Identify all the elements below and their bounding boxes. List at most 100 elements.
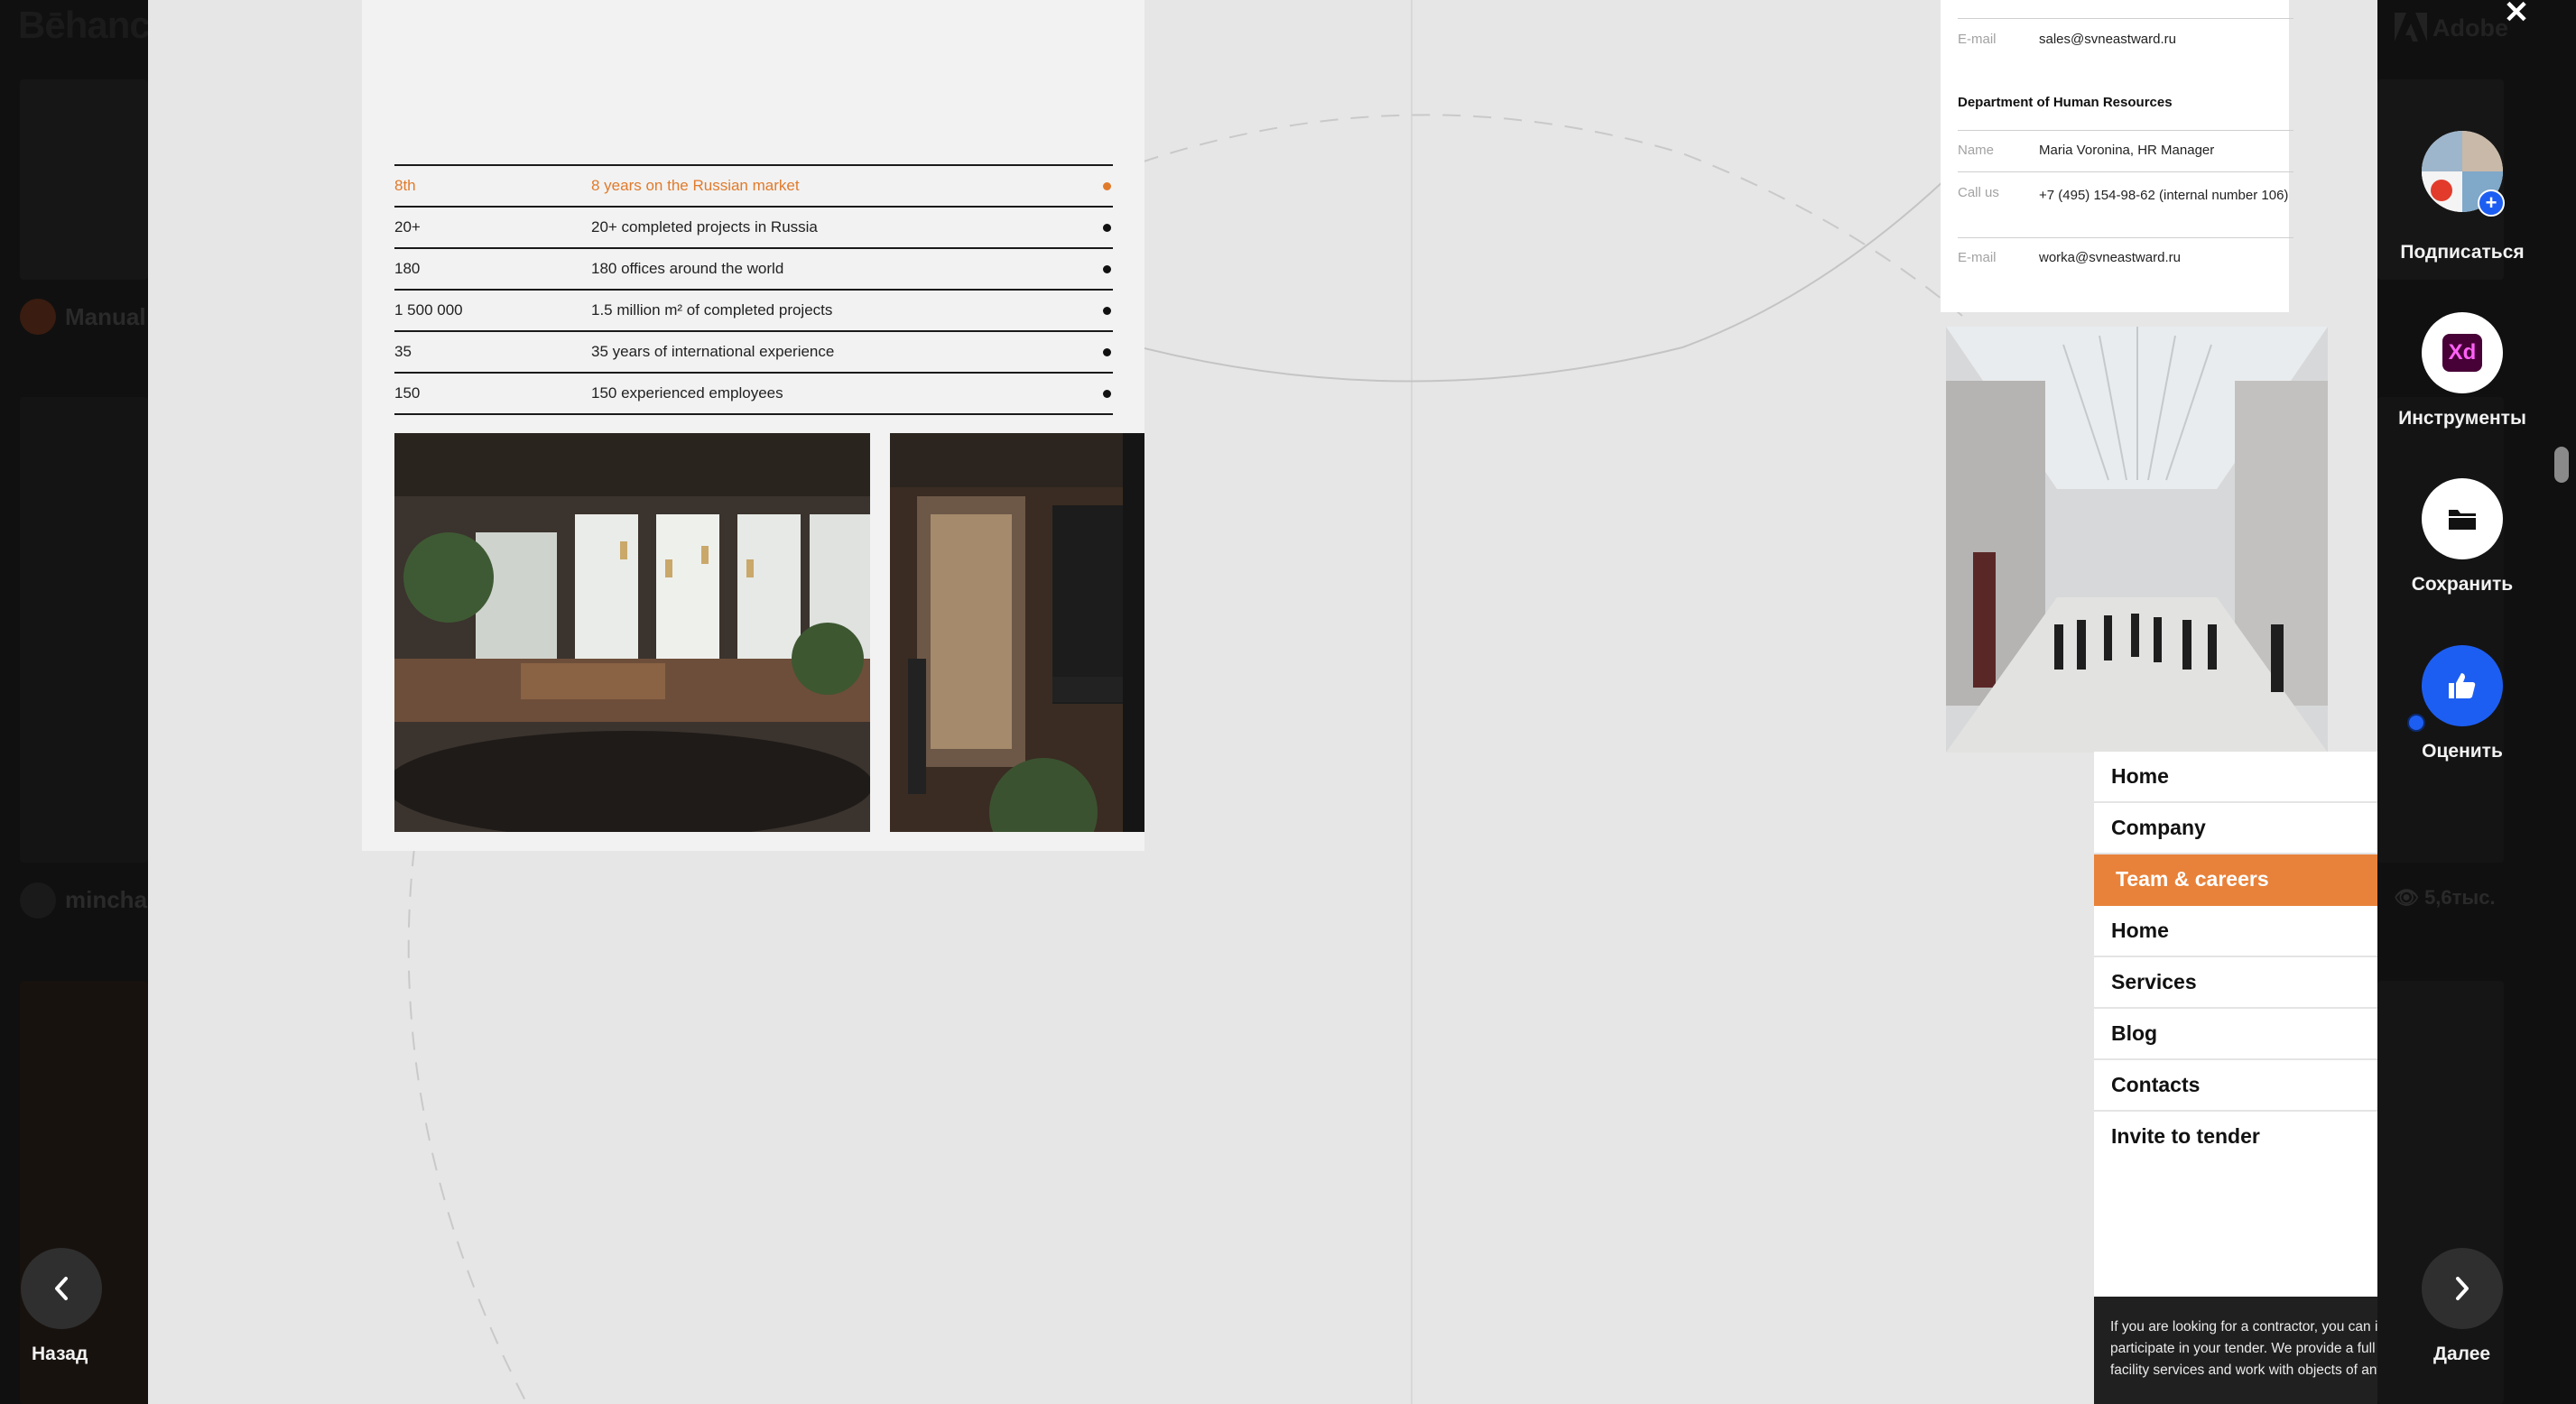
hr-department-title: Department of Human Resources [1958,95,2173,110]
hr-email[interactable]: worka@svneastward.ru [2039,250,2181,265]
menu-item-label: Invite to tender [2111,1124,2260,1148]
fact-row: 35 35 years of international experience [394,330,1113,372]
menu-item-home[interactable]: Home [2094,906,2377,957]
fact-key: 150 [394,384,421,402]
fact-row: 8th 8 years on the Russian market [394,164,1113,206]
hr-phone[interactable]: +7 (495) 154-98-62 (internal number 106) [2039,185,2292,206]
fact-row: 20+ 20+ completed projects in Russia [394,206,1113,247]
fact-bullet [1103,181,1111,190]
owner-avatar-button[interactable]: + [2422,131,2505,217]
follow-plus-icon[interactable]: + [2478,189,2505,217]
behance-logo: Bēhance [18,4,171,46]
bg-project-card[interactable] [20,397,148,863]
divider [1958,130,2293,131]
fact-key: 20+ [394,218,421,236]
hall-photo [1946,327,2328,753]
bg-project-card[interactable] [20,981,148,1404]
bg-view-count-value: 5,6тыс. [2424,886,2496,909]
bg-project-card[interactable] [2377,397,2504,863]
bg-view-count: 👁 5,6тыс. [2394,886,2496,910]
tender-description: If you are looking for a contractor, you… [2094,1297,2377,1404]
fact-bullet [1103,223,1111,232]
menu-item-label: Company [2111,816,2206,839]
bg-author-avatar[interactable] [20,882,56,919]
email-label: E-mail [1958,250,1997,265]
tools-button[interactable]: Xd [2422,312,2503,393]
menu-item-label: Blog [2111,1021,2158,1045]
close-icon[interactable]: ✕ [2502,0,2531,29]
fact-key: 180 [394,260,421,277]
mobile-menu: Home Company Team & careers Home Service… [2094,752,2377,1404]
project-viewer: 8th 8 years on the Russian market 20+ 20… [148,0,2377,1404]
save-button[interactable] [2422,478,2503,559]
chevron-right-icon [2456,1277,2469,1300]
divider [1958,237,2293,238]
tools-label[interactable]: Инструменты [2372,408,2553,430]
thumbs-up-icon [2449,673,2476,698]
appreciate-button[interactable] [2422,645,2503,726]
fact-bullet [1103,347,1111,356]
bg-author-avatar[interactable] [20,299,56,335]
company-facts-board: 8th 8 years on the Russian market 20+ 20… [362,0,1144,851]
fact-bullet [1103,389,1111,398]
facts-table: 8th 8 years on the Russian market 20+ 20… [394,164,1113,415]
fact-key: 35 [394,343,412,360]
fact-bullet [1103,306,1111,315]
fact-value: 8 years on the Russian market [591,177,800,194]
menu-item-invite-to-tender[interactable]: Invite to tender [2094,1112,2377,1161]
fact-value: 150 experienced employees [591,384,783,402]
menu-item-label: Team & careers [2116,867,2269,891]
fact-value: 180 offices around the world [591,260,784,277]
fact-row: 180 180 offices around the world [394,247,1113,289]
scrollbar-thumb[interactable] [2554,447,2569,483]
folder-icon [2449,510,2476,530]
fact-value: 20+ completed projects in Russia [591,218,818,236]
menu-item-label: Services [2111,970,2197,993]
subscribe-label[interactable]: Подписаться [2372,242,2553,263]
fact-key: 1 500 000 [394,301,463,319]
name-label: Name [1958,143,1995,158]
next-label[interactable]: Далее [2433,1344,2490,1365]
bg-author-name[interactable]: Manual [65,303,146,331]
cursor-dot [2407,714,2425,732]
fact-row: 1 500 000 1.5 million m² of completed pr… [394,289,1113,330]
email-label: E-mail [1958,32,1997,47]
adobe-xd-icon: Xd [2442,334,2482,372]
fact-value: 35 years of international experience [591,343,835,360]
previous-project-button[interactable] [21,1248,102,1329]
fact-key: 8th [394,177,416,194]
menu-item-company[interactable]: Company [2094,803,2377,854]
contacts-card: E-mail sales@svneastward.ru Department o… [1941,0,2293,312]
adobe-label: Adobe [2432,14,2508,42]
menu-item-contacts[interactable]: Contacts [2094,1060,2377,1112]
sales-email[interactable]: sales@svneastward.ru [2039,32,2176,47]
divider [1958,18,2293,19]
appreciate-label[interactable]: Оценить [2372,741,2553,762]
fact-value: 1.5 million m² of completed projects [591,301,833,319]
next-project-button[interactable] [2422,1248,2503,1329]
fact-bullet [1103,264,1111,273]
menu-item-blog[interactable]: Blog [2094,1009,2377,1060]
hr-manager-name: Maria Voronina, HR Manager [2039,143,2215,158]
chevron-left-icon [55,1277,68,1300]
adobe-xd-icon-text: Xd [2448,340,2477,365]
save-label[interactable]: Сохранить [2372,574,2553,596]
bg-project-card[interactable] [20,79,148,280]
store-front-photo [890,433,1144,832]
fact-row: 150 150 experienced employees [394,372,1113,415]
eye-icon: 👁 [2394,886,2419,909]
menu-item-label: Home [2111,919,2169,942]
divider [1958,171,2293,172]
menu-item-label: Contacts [2111,1073,2201,1096]
menu-item-label: Home [2111,764,2169,788]
adobe-icon [2395,13,2427,42]
bg-author-name[interactable]: minchal [65,886,153,914]
menu-item-services[interactable]: Services [2094,957,2377,1009]
menu-item-home[interactable]: Home [2094,752,2377,803]
office-interior-photo [394,433,870,832]
bg-project-card[interactable] [2377,981,2504,1404]
previous-label[interactable]: Назад [32,1344,88,1365]
call-label: Call us [1958,185,1999,200]
menu-item-team-careers[interactable]: Team & careers [2094,854,2377,906]
menu-spacer [2094,1161,2377,1297]
